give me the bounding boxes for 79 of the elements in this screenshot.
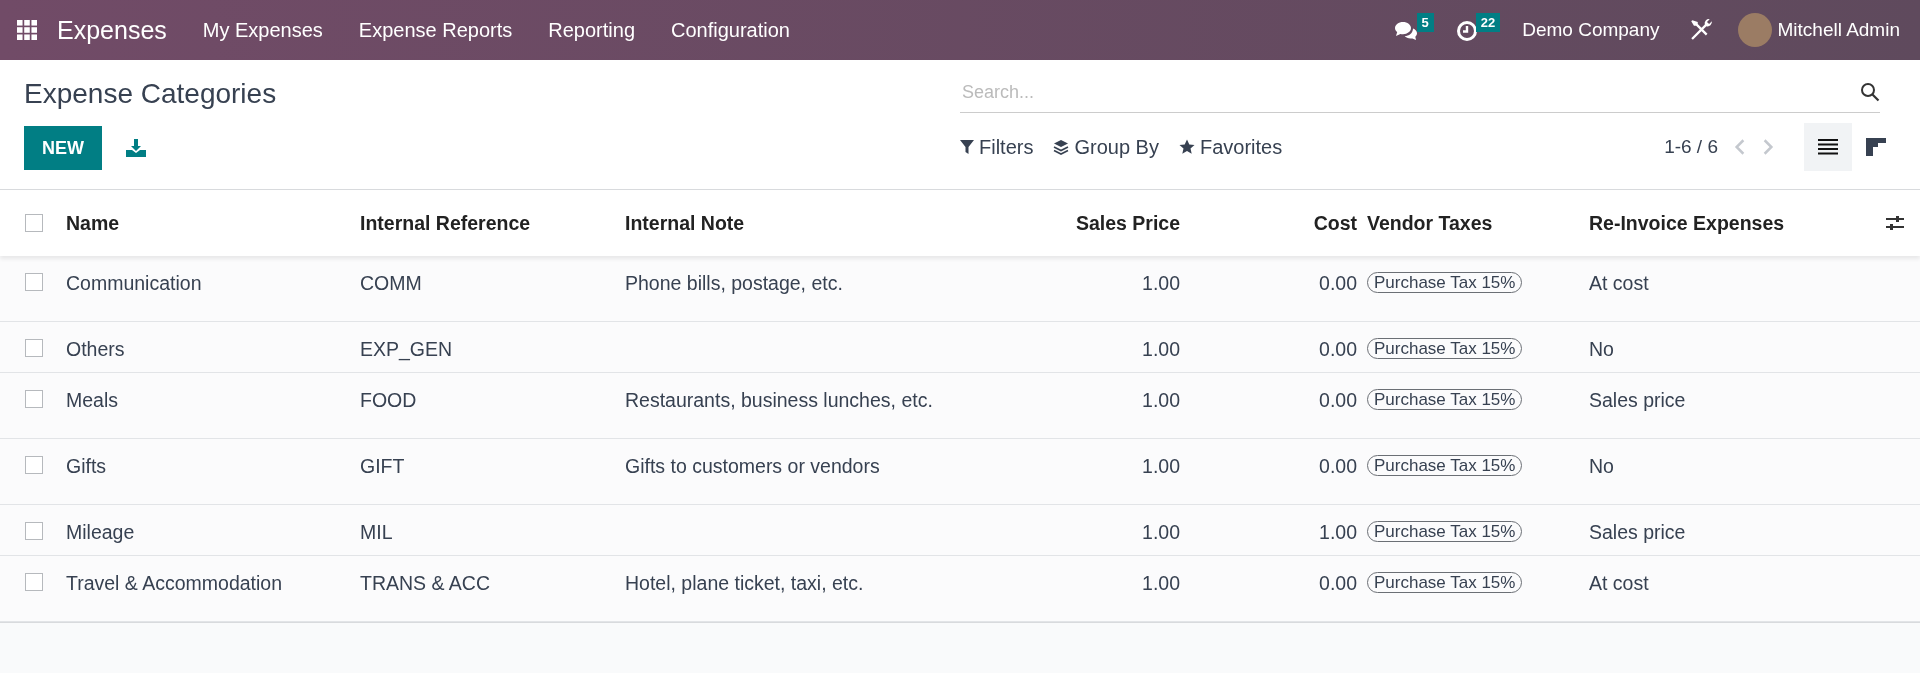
- column-header[interactable]: Sales Price: [945, 211, 1180, 235]
- table-cell-text: 1.00: [1141, 455, 1180, 478]
- table-cell-text: Meals: [65, 389, 120, 412]
- table-cell-text: 1.00: [1141, 338, 1180, 361]
- table-cell-text: At cost: [1589, 572, 1650, 595]
- list-icon: [1818, 139, 1838, 155]
- table-cell-text: COMM: [360, 272, 423, 295]
- table-cell-text: 1.00: [1141, 521, 1180, 544]
- column-header[interactable]: Re-Invoice Expenses: [1589, 211, 1874, 235]
- search-option-button[interactable]: Filters: [960, 135, 1034, 159]
- table-cell-text: TRANS & ACC: [360, 572, 492, 595]
- row-checkbox[interactable]: [25, 339, 43, 357]
- table-cell-text: EXP_GEN: [360, 338, 454, 361]
- table-cell: Hotel, plane ticket, taxi, etc.: [625, 572, 864, 594]
- funnel-icon: [960, 140, 974, 154]
- menu-item[interactable]: My Expenses: [202, 18, 323, 42]
- column-header[interactable]: Name: [43, 211, 360, 235]
- search-option-button[interactable]: Favorites: [1178, 135, 1283, 159]
- table-cell-text: Sales price: [1589, 389, 1687, 412]
- layers-icon: [1053, 139, 1070, 155]
- search-option-button[interactable]: Group By: [1053, 135, 1159, 159]
- kanban-icon: [1866, 138, 1886, 156]
- app-name[interactable]: Expenses: [57, 15, 167, 45]
- table-cell-text: No: [1589, 338, 1615, 361]
- clock-icon[interactable]: [1455, 20, 1478, 42]
- table-cell-text: Sales price: [1589, 521, 1687, 544]
- table-cell-text: Gifts: [65, 455, 108, 478]
- row-checkbox[interactable]: [25, 573, 43, 591]
- row-checkbox[interactable]: [25, 390, 43, 408]
- table-cell-text: GIFT: [360, 455, 406, 478]
- activity-count-badge: 22: [1475, 12, 1501, 32]
- pager-value: 1-6 / 6: [1664, 136, 1718, 158]
- search-field[interactable]: Search...: [960, 80, 1860, 104]
- row-checkbox[interactable]: [25, 456, 43, 474]
- avatar[interactable]: [1737, 13, 1772, 47]
- row-checkbox[interactable]: [25, 273, 43, 291]
- table-cell: Restaurants, business lunches, etc.: [625, 389, 933, 411]
- row-checkbox[interactable]: [25, 522, 43, 540]
- column-header[interactable]: Internal Note: [625, 211, 945, 235]
- table-cell-text: No: [1589, 455, 1615, 478]
- table-cell-text: 1.00: [1141, 572, 1180, 595]
- list-view-button[interactable]: [1804, 123, 1852, 171]
- table-cell-text: Mileage: [65, 521, 136, 544]
- search-icon[interactable]: [1860, 82, 1880, 102]
- previous-icon[interactable]: [1734, 138, 1746, 156]
- table-cell-text: At cost: [1589, 272, 1650, 295]
- table-cell-text: 0.00: [1318, 455, 1357, 478]
- user-name[interactable]: Mitchell Admin: [1777, 19, 1900, 41]
- page-title: Expense Categories: [24, 78, 277, 110]
- table-cell: Gifts to customers or vendors: [625, 455, 880, 477]
- table-cell-text: 1.00: [1141, 272, 1180, 295]
- table-cell-text: 0.00: [1318, 272, 1357, 295]
- table-cell-text: Travel & Accommodation: [65, 572, 284, 595]
- table-cell-text: FOOD: [360, 389, 418, 412]
- table-cell-text: 1.00: [1318, 521, 1357, 544]
- menu-item[interactable]: Configuration: [671, 18, 790, 42]
- company-switcher[interactable]: Demo Company: [1522, 19, 1660, 41]
- sliders-icon[interactable]: [1886, 215, 1904, 231]
- chat-icon[interactable]: [1392, 20, 1419, 42]
- table-cell-text: 0.00: [1318, 338, 1357, 361]
- column-header[interactable]: Internal Reference: [360, 211, 625, 235]
- table-cell-text: MIL: [360, 521, 394, 544]
- table-cell: Phone bills, postage, etc.: [625, 272, 843, 294]
- column-header[interactable]: Cost: [1180, 211, 1357, 235]
- star-icon: [1178, 139, 1195, 155]
- table-cell-text: 0.00: [1318, 389, 1357, 412]
- message-count-badge: 5: [1416, 12, 1434, 32]
- menu-item[interactable]: Expense Reports: [358, 18, 513, 42]
- new-button[interactable]: NEW: [24, 126, 102, 170]
- table-cell-text: 0.00: [1318, 572, 1357, 595]
- download-icon[interactable]: [126, 139, 146, 157]
- column-header[interactable]: Vendor Taxes: [1357, 211, 1589, 235]
- table-cell-text: Communication: [65, 272, 203, 295]
- apps-menu-icon[interactable]: [17, 20, 37, 40]
- menu-item[interactable]: Reporting: [548, 18, 635, 42]
- table-cell-text: Others: [65, 338, 126, 361]
- table-cell-text: 1.00: [1141, 389, 1180, 412]
- next-icon[interactable]: [1762, 138, 1774, 156]
- select-all-checkbox[interactable]: [25, 214, 43, 232]
